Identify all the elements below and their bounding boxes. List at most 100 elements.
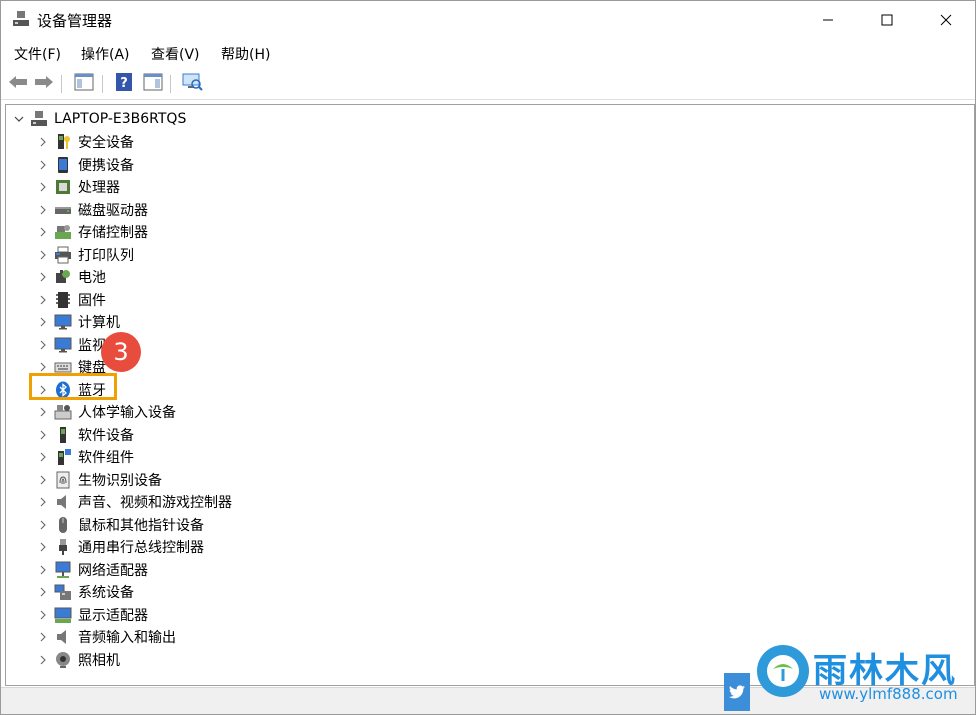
security-key-icon	[54, 133, 72, 151]
tree-item-processor[interactable]: 处理器	[36, 176, 120, 198]
menu-file[interactable]: 文件(F)	[14, 44, 61, 64]
tree-item-audio[interactable]: 声音、视频和游戏控制器	[36, 491, 232, 513]
chevron-right-icon[interactable]	[36, 158, 50, 172]
step-badge: 3	[101, 332, 141, 372]
tree-item-print[interactable]: 打印队列	[36, 244, 134, 266]
tree-item-label: 存储控制器	[78, 225, 148, 241]
maximize-button[interactable]	[858, 1, 916, 39]
tree-item-label: 音频输入和输出	[78, 630, 176, 646]
chevron-right-icon[interactable]	[36, 495, 50, 509]
chevron-right-icon[interactable]	[36, 653, 50, 667]
chevron-right-icon[interactable]	[36, 630, 50, 644]
chevron-right-icon[interactable]	[36, 540, 50, 554]
tree-item-battery[interactable]: 电池	[36, 266, 106, 288]
device-manager-window: 设备管理器 文件(F) 操作(A) 查看(V) 帮助(H) ? LAPTOP-E…	[0, 0, 976, 715]
chevron-right-icon[interactable]	[36, 225, 50, 239]
window-title: 设备管理器	[37, 12, 113, 30]
chevron-right-icon[interactable]	[36, 473, 50, 487]
back-button[interactable]	[6, 72, 30, 96]
chevron-right-icon[interactable]	[36, 450, 50, 464]
mouse-icon	[54, 516, 72, 534]
tree-item-label: 通用串行总线控制器	[78, 540, 204, 556]
chevron-right-icon[interactable]	[36, 518, 50, 532]
chevron-right-icon[interactable]	[36, 248, 50, 262]
printer-icon	[54, 246, 72, 264]
tree-item-hid[interactable]: 人体学输入设备	[36, 401, 176, 423]
tree-item-label: 固件	[78, 292, 106, 309]
arrow-right-icon	[34, 74, 54, 94]
tree-item-label: 安全设备	[78, 135, 134, 151]
speaker-icon	[54, 628, 72, 646]
tree-item-mouse[interactable]: 鼠标和其他指针设备	[36, 514, 204, 536]
svg-text:?: ?	[120, 76, 128, 91]
hid-icon	[54, 403, 72, 421]
tree-item-software-component[interactable]: 软件组件	[36, 446, 134, 468]
chevron-right-icon[interactable]	[36, 405, 50, 419]
tree-item-label: 生物识别设备	[78, 472, 162, 489]
monitor-icon	[54, 336, 72, 354]
scan-hardware-button[interactable]	[180, 72, 204, 96]
show-action-pane-button[interactable]	[141, 72, 165, 96]
forward-button[interactable]	[32, 72, 56, 96]
firmware-icon	[54, 291, 72, 309]
tree-item-label: 显示适配器	[78, 607, 148, 624]
computer-icon	[30, 110, 48, 128]
tree-item-portable[interactable]: 便携设备	[36, 154, 134, 176]
menu-bar: 文件(F) 操作(A) 查看(V) 帮助(H)	[1, 40, 975, 68]
chevron-right-icon[interactable]	[36, 293, 50, 307]
chevron-right-icon[interactable]	[36, 180, 50, 194]
chevron-right-icon[interactable]	[36, 360, 50, 374]
tree-item-storage[interactable]: 存储控制器	[36, 221, 148, 243]
chevron-right-icon[interactable]	[36, 585, 50, 599]
disk-drive-icon	[54, 201, 72, 219]
close-button[interactable]	[917, 1, 975, 39]
chevron-down-icon[interactable]	[12, 112, 26, 126]
watermark-url: www.ylmf888.com	[819, 685, 958, 703]
camera-icon	[54, 651, 72, 669]
menu-help[interactable]: 帮助(H)	[221, 44, 270, 64]
tree-item-usb[interactable]: 通用串行总线控制器	[36, 536, 204, 558]
portable-device-icon	[54, 156, 72, 174]
tree-item-firmware[interactable]: 固件	[36, 289, 106, 311]
scan-hardware-icon	[181, 72, 203, 96]
tree-item-computer[interactable]: 计算机	[36, 311, 120, 333]
watermark-logo-icon	[757, 645, 809, 697]
tree-root[interactable]: LAPTOP-E3B6RTQS	[12, 108, 186, 130]
chevron-right-icon[interactable]	[36, 338, 50, 352]
twitter-icon	[724, 673, 750, 711]
chevron-right-icon[interactable]	[36, 563, 50, 577]
chevron-right-icon[interactable]	[36, 608, 50, 622]
chevron-right-icon[interactable]	[36, 270, 50, 284]
tree-item-label: 网络适配器	[78, 562, 148, 579]
tree-item-security[interactable]: 安全设备	[36, 131, 134, 153]
tree-item-software-device[interactable]: 软件设备	[36, 424, 134, 446]
network-adapter-icon	[54, 561, 72, 579]
menu-action[interactable]: 操作(A)	[81, 44, 130, 64]
tree-item-label: 磁盘驱动器	[78, 202, 148, 219]
tree-item-label: 软件组件	[78, 450, 134, 466]
show-hide-console-tree-button[interactable]	[72, 72, 96, 96]
chevron-right-icon[interactable]	[36, 203, 50, 217]
chevron-right-icon[interactable]	[36, 428, 50, 442]
highlight-box	[29, 373, 117, 400]
tree-item-audio-io[interactable]: 音频输入和输出	[36, 626, 176, 648]
toolbar: ?	[1, 69, 975, 100]
chevron-right-icon[interactable]	[36, 135, 50, 149]
tree-item-system[interactable]: 系统设备	[36, 581, 134, 603]
software-component-icon	[54, 448, 72, 466]
tree-item-disk[interactable]: 磁盘驱动器	[36, 199, 148, 221]
console-tree-icon	[74, 73, 94, 95]
display-adapter-icon	[54, 606, 72, 624]
tree-item-network[interactable]: 网络适配器	[36, 559, 148, 581]
chevron-right-icon[interactable]	[36, 315, 50, 329]
system-device-icon	[54, 583, 72, 601]
menu-view[interactable]: 查看(V)	[151, 44, 200, 64]
tree-item-label: 系统设备	[78, 585, 134, 601]
tree-item-biometric[interactable]: 生物识别设备	[36, 469, 162, 491]
minimize-button[interactable]	[799, 1, 857, 39]
tree-item-camera[interactable]: 照相机	[36, 649, 120, 671]
tree-item-label: 软件设备	[78, 427, 134, 444]
tree-item-display[interactable]: 显示适配器	[36, 604, 148, 626]
help-button[interactable]: ?	[112, 72, 136, 96]
fingerprint-icon	[54, 471, 72, 489]
